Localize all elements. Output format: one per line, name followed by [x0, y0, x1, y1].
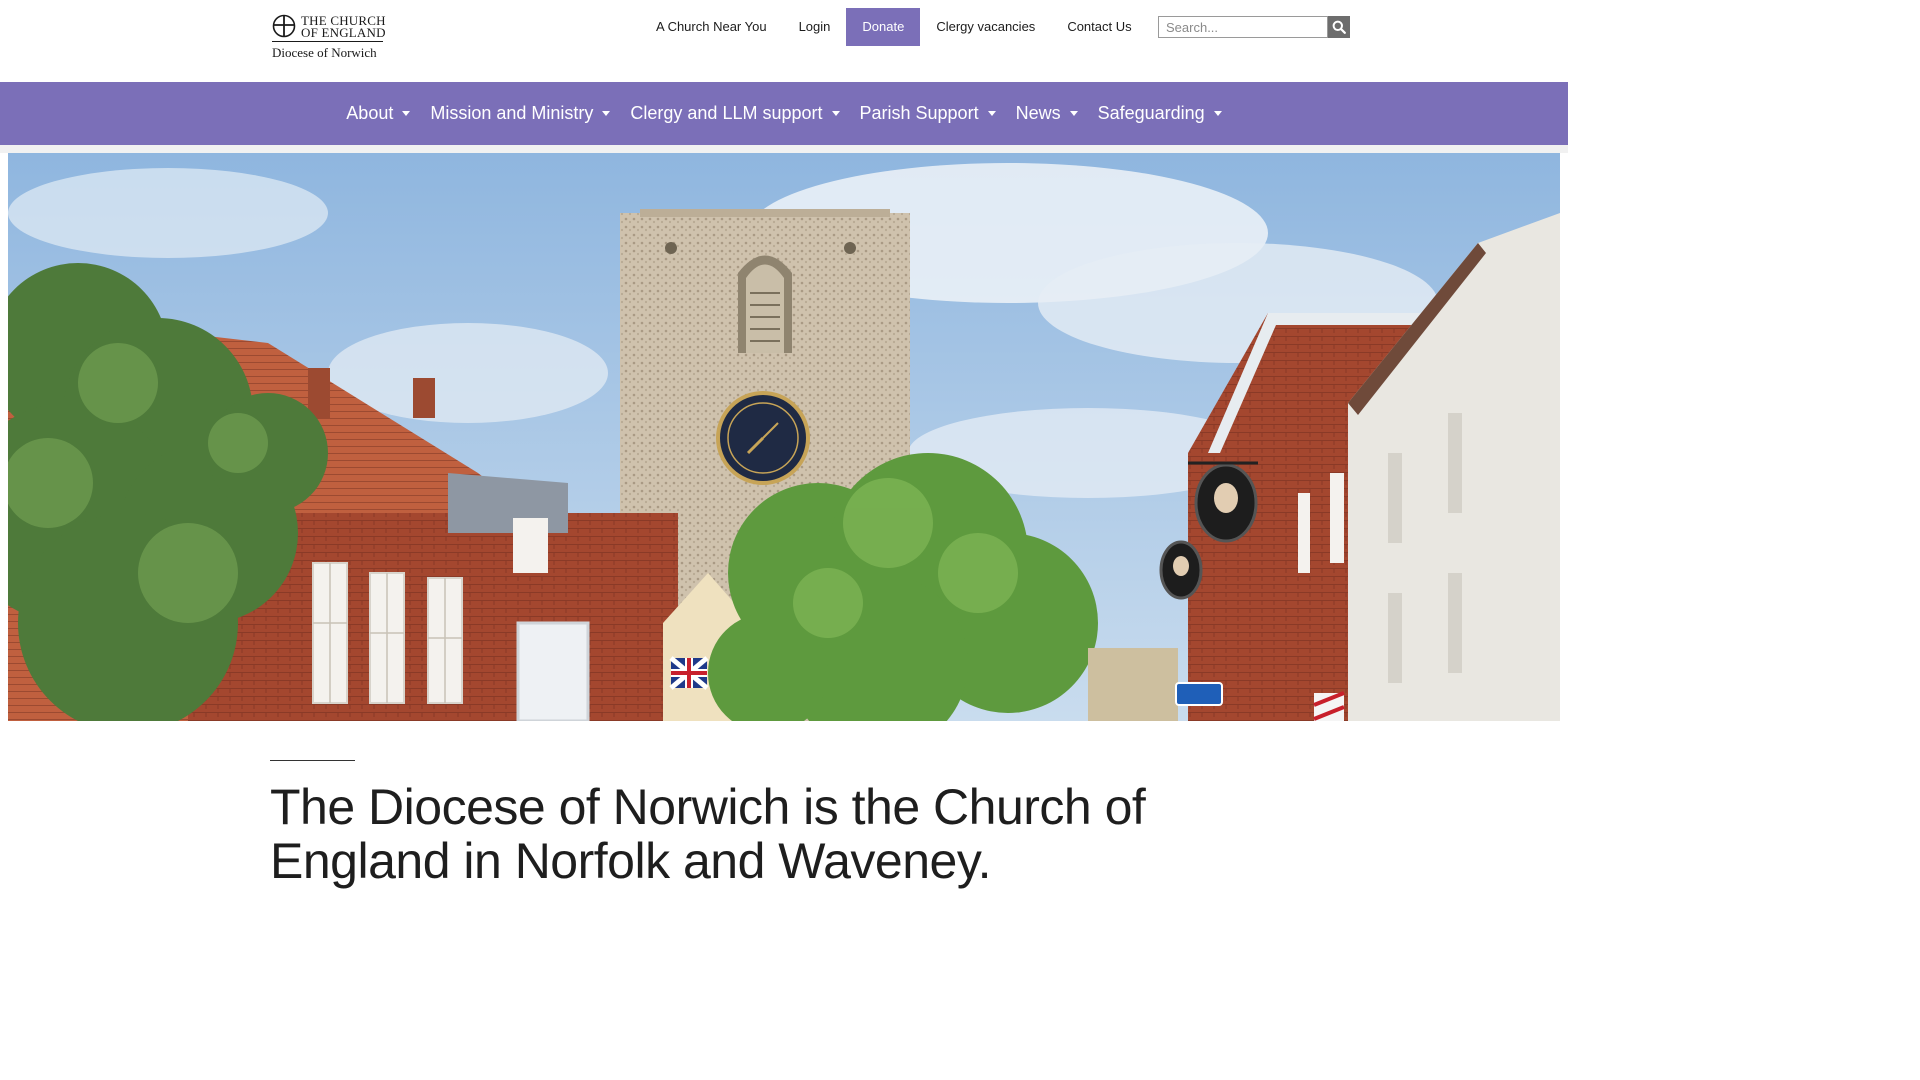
- nav-item-about[interactable]: About: [336, 82, 420, 145]
- nav-item-safeguarding[interactable]: Safeguarding: [1088, 82, 1232, 145]
- link-clergy-vacancies[interactable]: Clergy vacancies: [920, 8, 1051, 46]
- logo-divider: [272, 41, 383, 42]
- nav-shadow: [0, 145, 1568, 153]
- nav-item-label: Mission and Ministry: [430, 103, 594, 123]
- site-header: THE CHURCH OF ENGLAND Diocese of Norwich…: [0, 0, 1568, 82]
- nav-item-clergy-and-llm-support[interactable]: Clergy and LLM support: [620, 82, 849, 145]
- search-form: [1158, 16, 1350, 38]
- nav-item-label: About: [346, 103, 394, 123]
- caret-down-icon: [1069, 111, 1078, 116]
- page-headline: The Diocese of Norwich is the Church of …: [270, 779, 1146, 889]
- nav-item-label: Parish Support: [859, 103, 979, 123]
- utility-nav: A Church Near You Login Donate Clergy va…: [640, 8, 1148, 46]
- caret-down-icon: [831, 111, 840, 116]
- nav-item-mission-and-ministry[interactable]: Mission and Ministry: [420, 82, 620, 145]
- search-input[interactable]: [1158, 16, 1328, 38]
- main-nav: About Mission and Ministry Clergy and LL…: [0, 82, 1568, 145]
- nav-item-label: Clergy and LLM support: [630, 103, 823, 123]
- hero-image: [8, 153, 1560, 721]
- section-divider: [270, 760, 355, 761]
- link-contact-us[interactable]: Contact Us: [1051, 8, 1147, 46]
- site-logo[interactable]: THE CHURCH OF ENGLAND Diocese of Norwich: [272, 13, 386, 61]
- nav-item-parish-support[interactable]: Parish Support: [850, 82, 1006, 145]
- link-login[interactable]: Login: [783, 8, 847, 46]
- church-of-england-cross-icon: [272, 14, 296, 38]
- nav-item-label: News: [1015, 103, 1061, 123]
- caret-down-icon: [987, 111, 996, 116]
- caret-down-icon: [602, 111, 611, 116]
- logo-text-diocese: Diocese of Norwich: [272, 45, 377, 60]
- caret-down-icon: [1213, 111, 1222, 116]
- hero-illustration: [8, 153, 1560, 721]
- caret-down-icon: [402, 111, 411, 116]
- donate-button[interactable]: Donate: [846, 8, 921, 46]
- nav-item-label: Safeguarding: [1097, 103, 1205, 123]
- logo-text-line2: OF ENGLAND: [301, 25, 386, 40]
- search-button[interactable]: [1328, 16, 1350, 38]
- nav-item-news[interactable]: News: [1006, 82, 1088, 145]
- search-icon: [1332, 20, 1346, 34]
- link-church-near-you[interactable]: A Church Near You: [640, 8, 783, 46]
